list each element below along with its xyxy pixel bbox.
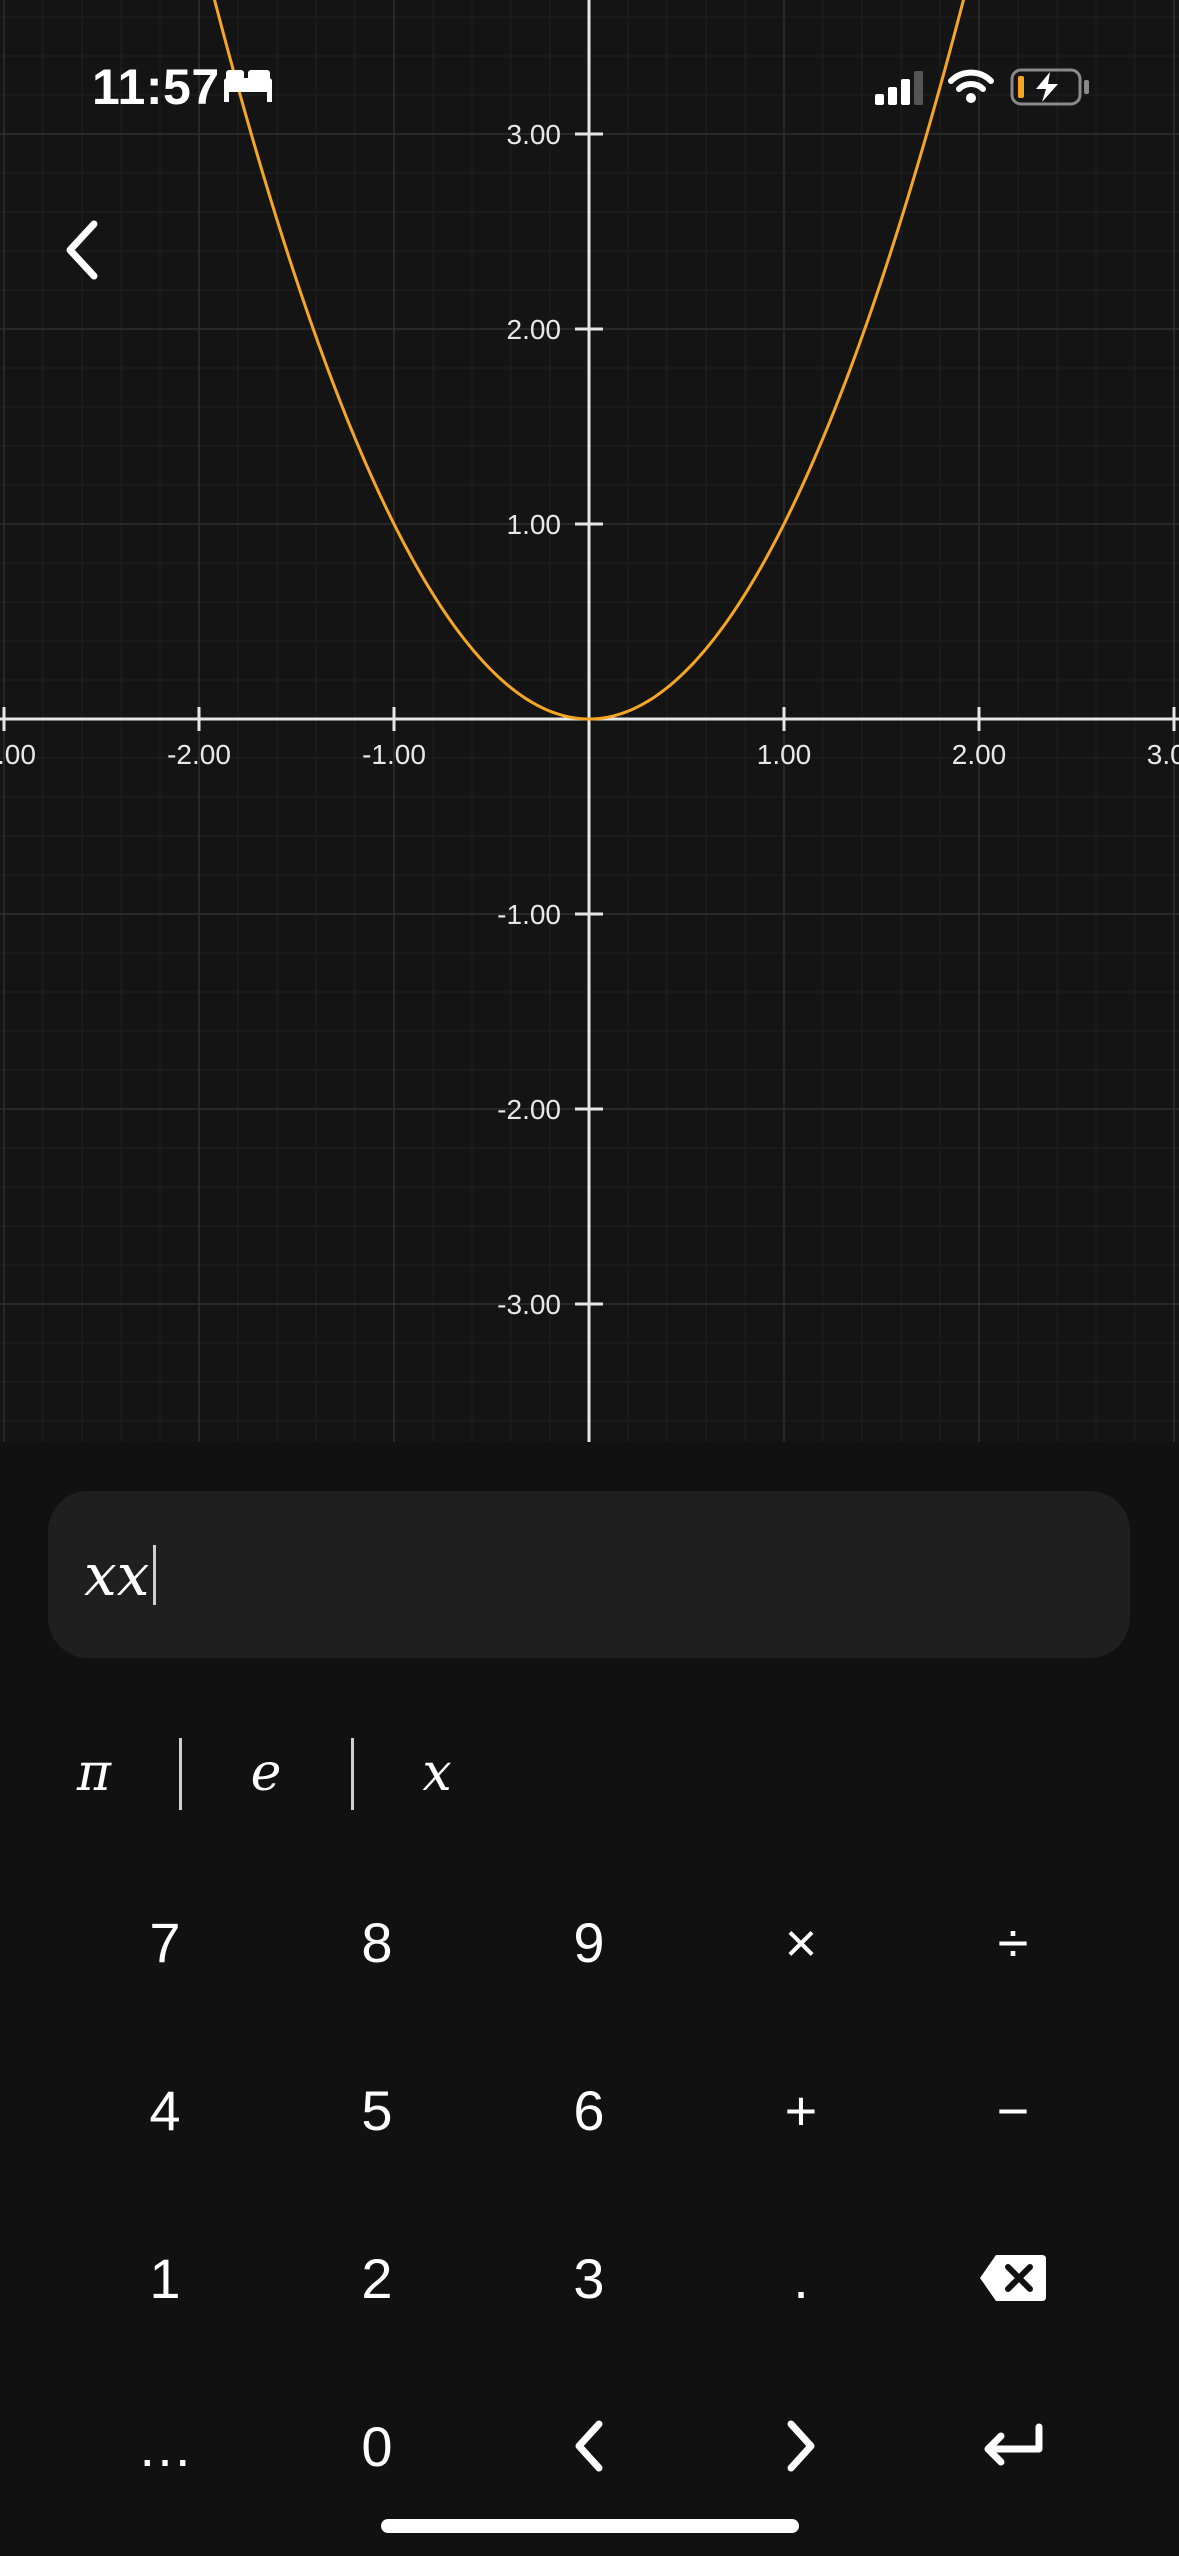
key-9[interactable]: 9 <box>483 1862 695 2022</box>
constants-row: π e x <box>0 1730 1179 1816</box>
key-backspace[interactable] <box>907 2198 1119 2358</box>
constant-e-button[interactable]: e <box>206 1730 326 1816</box>
key-4[interactable]: 4 <box>59 2030 271 2190</box>
wifi-icon <box>948 68 994 109</box>
function-plot[interactable]: -3.00 -2.00 -1.00 1.00 2.00 3.00 -3.00 -2.00 -1.… <box>0 0 1179 1442</box>
key-6[interactable]: 6 <box>483 2030 695 2190</box>
key-2[interactable]: 2 <box>271 2198 483 2358</box>
cellular-signal-icon <box>873 70 929 111</box>
battery-charging-icon <box>1010 68 1090 111</box>
key-8[interactable]: 8 <box>271 1862 483 2022</box>
text-cursor <box>153 1544 157 1605</box>
key-plus[interactable]: + <box>695 2030 907 2190</box>
graph-canvas[interactable]: -3.00 -2.00 -1.00 1.00 2.00 3.00 -3.00 -2.00 -1.… <box>0 0 1179 1442</box>
key-more[interactable]: … <box>59 2366 271 2526</box>
key-cursor-right[interactable] <box>695 2366 907 2526</box>
chevron-left-icon <box>575 2420 603 2472</box>
key-3[interactable]: 3 <box>483 2198 695 2358</box>
sleep-bed-icon <box>222 68 274 109</box>
divider <box>351 1738 354 1810</box>
x-tick-label: -3.00 <box>0 739 36 770</box>
y-tick-label: 1.00 <box>507 509 562 540</box>
chevron-right-icon <box>787 2420 815 2472</box>
key-0[interactable]: 0 <box>271 2366 483 2526</box>
x-tick-label: -2.00 <box>167 739 231 770</box>
divider <box>179 1738 182 1810</box>
variable-x-button[interactable]: x <box>377 1730 497 1816</box>
backspace-icon <box>980 2255 1046 2301</box>
x-tick-label: 1.00 <box>757 739 812 770</box>
key-1[interactable]: 1 <box>59 2198 271 2358</box>
x-tick-label: -1.00 <box>362 739 426 770</box>
key-multiply[interactable]: × <box>695 1862 907 2022</box>
y-tick-label: -3.00 <box>497 1289 561 1320</box>
constant-pi-button[interactable]: π <box>34 1730 154 1816</box>
status-time: 11:57 <box>92 59 220 115</box>
y-tick-label: 3.00 <box>507 119 562 150</box>
y-tick-label: -2.00 <box>497 1094 561 1125</box>
expression-input[interactable]: xx <box>48 1491 1130 1658</box>
key-7[interactable]: 7 <box>59 1862 271 2022</box>
home-indicator[interactable] <box>381 2519 799 2533</box>
x-tick-label: 3.00 <box>1147 739 1179 770</box>
key-enter[interactable] <box>907 2366 1119 2526</box>
back-button[interactable] <box>52 214 112 286</box>
y-tick-label: -1.00 <box>497 899 561 930</box>
return-icon <box>984 2423 1043 2466</box>
chevron-left-icon <box>66 220 98 280</box>
y-tick-label: 2.00 <box>507 314 562 345</box>
key-decimal[interactable]: . <box>695 2198 907 2358</box>
key-cursor-left[interactable] <box>483 2366 695 2526</box>
key-divide[interactable]: ÷ <box>907 1862 1119 2022</box>
x-tick-label: 2.00 <box>952 739 1007 770</box>
expression-text: xx <box>84 1540 150 1609</box>
key-minus[interactable]: − <box>907 2030 1119 2190</box>
key-5[interactable]: 5 <box>271 2030 483 2190</box>
